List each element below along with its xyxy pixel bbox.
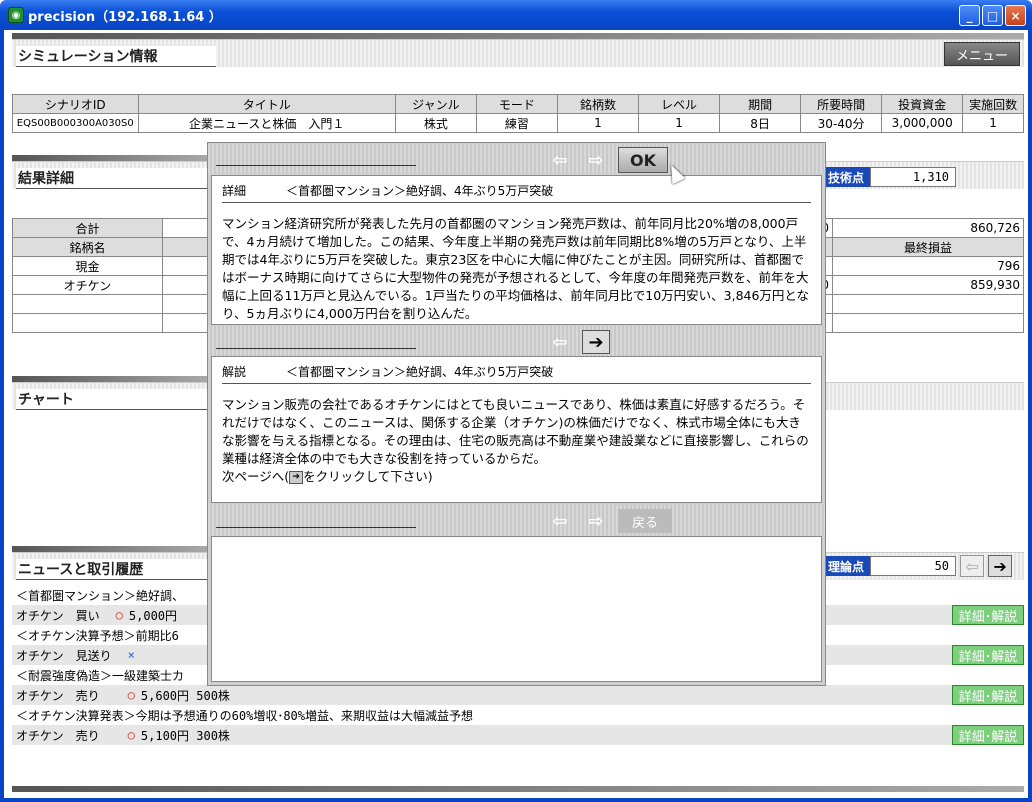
scenario-cell: 8日 (719, 113, 802, 133)
scenario-cell: 30-40分 (800, 113, 883, 133)
detail-explain-button[interactable]: 詳細･解説 (952, 685, 1024, 705)
scenario-header: タイトル (137, 94, 396, 114)
row-name: オチケン (12, 275, 163, 295)
trade-mark-icon: ○ (127, 688, 135, 702)
scenario-header: 実施回数 (962, 94, 1024, 114)
app-icon: ◉ (8, 7, 24, 23)
detail-explain-button[interactable]: 詳細･解説 (952, 725, 1024, 745)
row-text: オチケン 売り (16, 728, 124, 743)
scenario-cell: 3,000,000 (881, 113, 964, 133)
scenario-cell: 1 (556, 113, 640, 133)
trade-mark-icon: × (127, 648, 135, 662)
detail-label: 詳細 (222, 184, 247, 198)
row-text: ＜首都圏マンション＞絶好調、 (16, 588, 185, 603)
next-hint-post: をクリックして下さい) (303, 469, 433, 484)
trade-row[interactable]: オチケン 売り ○ 5,600円 500株 詳細･解説 (12, 685, 1024, 705)
news-section-title: ニュースと取引履歴 (16, 559, 216, 580)
minimize-button[interactable]: _ (959, 5, 980, 26)
scenario-header: 所要時間 (800, 94, 883, 114)
row-text: オチケン 買い (16, 608, 112, 623)
scenario-header: モード (475, 94, 558, 114)
back-arrow-icon[interactable]: ⇦ (546, 330, 574, 354)
forward-arrow-icon[interactable]: ⇨ (582, 509, 610, 533)
return-button[interactable]: 戻る (618, 509, 672, 533)
scenario-header: レベル (637, 94, 721, 114)
trade-detail: 5,600円 500株 (140, 688, 230, 703)
tech-score: 技術点 1,310 (822, 167, 957, 187)
scenario-cell: 企業ニュースと株価 入門１ (137, 113, 396, 133)
row-final: 796 (832, 256, 1024, 276)
trade-detail: 5,100円 300株 (140, 728, 230, 743)
news-row[interactable]: ＜オチケン決算発表＞今期は予想通りの60%増収･80%増益、来期収益は大幅減益予… (12, 705, 1024, 725)
scenario-cell: EQS00B000300A030S0 (12, 113, 139, 133)
popup-toolbar-bottom: ⇦ ⇨ 戻る (208, 505, 825, 535)
trade-mark-icon: ○ (127, 728, 135, 742)
detail-explain-button[interactable]: 詳細･解説 (952, 605, 1024, 625)
row-name: 現金 (12, 256, 163, 276)
scenario-header: 投資資金 (881, 94, 964, 114)
explain-label: 解説 (222, 365, 247, 379)
theory-score-label: 理論点 (822, 556, 871, 576)
scenario-cell: 1 (962, 113, 1024, 133)
scenario-header: 銘柄数 (556, 94, 640, 114)
chart-section-title: チャート (16, 389, 216, 410)
next-hint-pre: 次ページへ( (222, 469, 290, 484)
theory-score: 理論点 50 ⇦ ➔ (822, 555, 1013, 577)
close-button[interactable]: × (1005, 5, 1026, 26)
row-text: ＜オチケン決算予想＞前期比6 (16, 628, 179, 643)
tech-score-label: 技術点 (822, 167, 871, 187)
scenario-cell: 株式 (394, 113, 477, 133)
row-text: ＜耐震強度偽造＞一級建築士カ (16, 668, 185, 683)
detail-headline: ＜首都圏マンション＞絶好調、4年ぶり5万戸突破 (286, 184, 554, 198)
tech-score-value: 1,310 (870, 167, 957, 187)
prev-arrow-icon[interactable]: ⇦ (960, 555, 985, 577)
final-header: 最終損益 (832, 237, 1024, 257)
next-page-arrow-icon[interactable]: ➔ (582, 330, 610, 354)
explain-panel: 解説 ＜首都圏マンション＞絶好調、4年ぶり5万戸突破 マンション販売の会社であるオ… (211, 356, 822, 503)
scenario-table: シナリオID タイトル ジャンル モード 銘柄数 レベル 期間 所要時間 投資資金 実施回数 EQ… (12, 94, 1024, 133)
detail-body: マンション経済研究所が発表した先月の首都圏のマンション発売戸数は、前年同月比20… (222, 216, 810, 321)
row-text: ＜オチケン決算発表＞今期は予想通りの60%増収･80%増益、来期収益は大幅減益予… (16, 708, 473, 723)
scenario-cell: 1 (637, 113, 721, 133)
scenario-cell: 練習 (475, 113, 558, 133)
back-arrow-icon[interactable]: ⇦ (546, 148, 574, 172)
explain-body: マンション販売の会社であるオチケンにはとても良いニュースであり、株価は素直に好感… (222, 397, 809, 466)
window-titlebar[interactable]: ◉ precision（192.168.1.64 ） _ □ × (0, 0, 1032, 30)
next-inline-icon: ➔ (289, 471, 304, 484)
empty-panel (211, 536, 822, 682)
scenario-header: 期間 (719, 94, 802, 114)
trade-mark-icon: ○ (115, 608, 123, 622)
row-text: オチケン 見送り (16, 648, 124, 663)
next-arrow-icon[interactable]: ➔ (988, 555, 1013, 577)
section-stripe (12, 786, 1024, 792)
forward-arrow-icon[interactable]: ⇨ (582, 148, 610, 172)
sim-section-title: シミュレーション情報 (16, 46, 216, 67)
sim-section-header: シミュレーション情報 メニュー (12, 39, 1024, 67)
row-text: オチケン 売り (16, 688, 124, 703)
row-final: 859,930 (832, 275, 1024, 295)
maximize-button[interactable]: □ (982, 5, 1003, 26)
result-section-title: 結果詳細 (16, 168, 216, 189)
trade-detail: 5,000円 (128, 608, 178, 623)
detail-explain-button[interactable]: 詳細･解説 (952, 645, 1024, 665)
popup-toolbar-top: ⇦ ⇨ OK (208, 143, 825, 173)
news-popup: ⇦ ⇨ OK 詳細 ＜首都圏マンション＞絶好調、4年ぶり5万戸突破 マンション経済… (207, 142, 826, 686)
total-final: 860,726 (832, 218, 1024, 238)
popup-toolbar-mid: ⇦ ➔ (208, 326, 825, 356)
trade-row[interactable]: オチケン 売り ○ 5,100円 300株 詳細･解説 (12, 725, 1024, 745)
back-arrow-icon[interactable]: ⇦ (546, 509, 574, 533)
name-header: 銘柄名 (12, 237, 163, 257)
window-title: precision（192.168.1.64 ） (28, 9, 222, 25)
ok-button[interactable]: OK (618, 147, 668, 173)
detail-panel: 詳細 ＜首都圏マンション＞絶好調、4年ぶり5万戸突破 マンション経済研究所が発表し… (211, 175, 822, 325)
total-label: 合計 (12, 218, 163, 238)
theory-score-value: 50 (870, 556, 957, 576)
scenario-header: シナリオID (12, 94, 139, 114)
scenario-header: ジャンル (394, 94, 477, 114)
explain-headline: ＜首都圏マンション＞絶好調、4年ぶり5万戸突破 (286, 365, 554, 379)
menu-button[interactable]: メニュー (944, 42, 1020, 66)
